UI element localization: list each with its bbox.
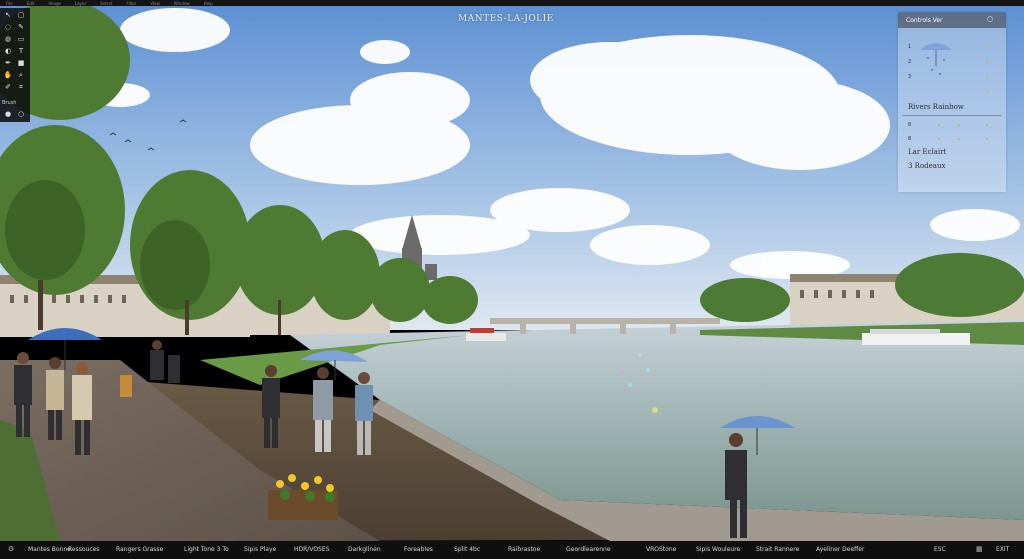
panel-row[interactable]: 8 [908,136,911,142]
close-icon[interactable]: ○ [986,15,994,23]
crop-tool-icon[interactable]: ⌗ [16,83,26,91]
panel-swatch[interactable] [938,138,940,140]
preset-item[interactable]: Darkglinen [348,546,381,553]
panel-swatch[interactable] [958,138,960,140]
zoom-tool-icon[interactable]: ⌕ [16,71,26,79]
pen-tool-icon[interactable]: ✒ [3,59,13,67]
preset-item[interactable]: EXIT [996,546,1009,553]
panel-swatch[interactable] [986,124,988,126]
hand-tool-icon[interactable]: ✋ [3,71,13,79]
preset-item[interactable]: Light Tone 3 To [184,546,229,553]
preset-item[interactable]: Strait Rannere [756,546,799,553]
preset-item[interactable]: VROStone [646,546,676,553]
top-menu-bar: File Edit Image Layer Select Filter View… [0,0,1024,6]
panel-section-eclairt: Lar Eclairt [908,148,947,156]
menu-item-image[interactable]: Image [48,1,61,6]
menu-item-edit[interactable]: Edit [27,1,35,6]
toolbox-label: Brush [2,100,17,106]
panel-row[interactable]: 3 [908,74,911,80]
marquee-tool-icon[interactable]: ▢ [16,11,26,19]
river-scene-image [0,0,1024,541]
gradient-tool-icon[interactable]: ◐ [3,47,13,55]
background-color-icon[interactable]: ○ [16,110,26,118]
preset-item[interactable]: Split 4bc [454,546,480,553]
umbrella-rain-icon [920,43,952,75]
panel-swatch[interactable] [958,124,960,126]
toolbox: ↖ ▢ ◌ ✎ ◍ ▭ ◐ T ✒ ■ ✋ ⌕ ✐ ⌗ Brush ● ○ [0,8,30,122]
panel-title: Controls Ver [906,16,943,24]
menu-item-window[interactable]: Window [174,1,190,6]
preset-item[interactable]: Ayeliner Deeffer [816,546,864,553]
panel-header[interactable]: Controls Ver ○ [898,12,1006,28]
foreground-color-icon[interactable]: ● [3,110,13,118]
menu-item-layer[interactable]: Layer [75,1,86,6]
brush-tool-icon[interactable]: ✎ [16,23,26,31]
move-tool-icon[interactable]: ↖ [3,11,13,19]
menu-item-file[interactable]: File [6,1,13,6]
panel-divider [902,115,1002,116]
preset-item[interactable]: Ressouces [68,546,99,553]
eraser-tool-icon[interactable]: ▭ [16,35,26,43]
preset-item[interactable]: HDR/VOSES [294,546,329,553]
preset-item[interactable]: Sipis Wouleure [696,546,740,553]
panel-row[interactable]: 8 [908,122,911,128]
bottom-preset-bar: Mantes Bonne Ressouces Rangers Grasse Li… [0,541,1024,559]
menu-item-help[interactable]: Help [204,1,213,6]
panel-swatch[interactable] [986,138,988,140]
panel-swatch[interactable] [986,76,988,78]
eyedropper-tool-icon[interactable]: ✐ [3,83,13,91]
menu-item-filter[interactable]: Filter [126,1,136,6]
preset-item[interactable]: Geordlearenne [566,546,611,553]
grid-icon[interactable]: ▦ [976,546,984,553]
stamp-tool-icon[interactable]: ◍ [3,35,13,43]
preset-item[interactable]: ESC [934,546,946,553]
preset-item[interactable]: Sipis Playe [244,546,276,553]
panel-section-rivers: Rivers Rainbow [908,103,964,111]
panel-row[interactable]: 1 [908,44,911,50]
preset-item[interactable]: Mantes Bonne [28,546,71,553]
lasso-tool-icon[interactable]: ◌ [3,23,13,31]
image-title: MANTES-LA-JOLIE [458,14,554,24]
panel-swatch[interactable] [986,90,988,92]
shape-tool-icon[interactable]: ■ [16,59,26,67]
controls-panel: Controls Ver ○ 1 2 3 Rivers Rainbow 8 8 … [898,12,1006,192]
menu-item-select[interactable]: Select [100,1,112,6]
panel-swatch[interactable] [986,61,988,63]
menu-item-view[interactable]: View [150,1,160,6]
panel-swatch[interactable] [938,124,940,126]
text-tool-icon[interactable]: T [16,47,26,55]
preset-item[interactable]: Raibrastoe [508,546,540,553]
panel-swatch[interactable] [986,46,988,48]
preset-item[interactable]: Foreables [404,546,433,553]
settings-icon[interactable]: ⚙ [8,546,16,553]
panel-row[interactable]: 2 [908,59,911,65]
preset-item[interactable]: Rangers Grasse [116,546,163,553]
panel-section-rodeaux: 3 Rodeaux [908,162,946,170]
